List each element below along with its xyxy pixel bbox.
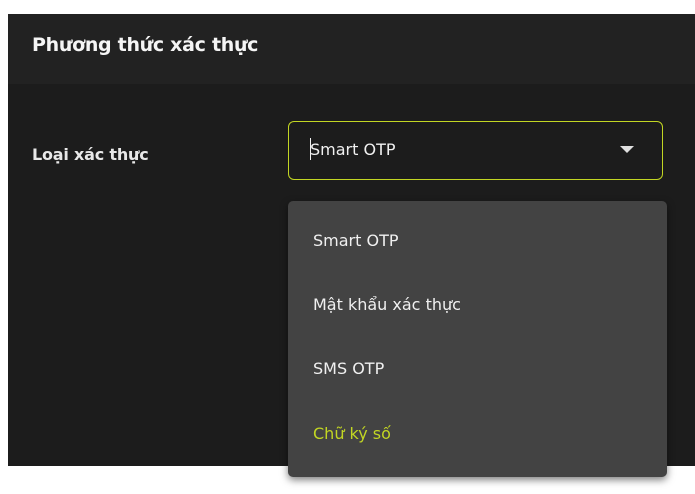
auth-type-selected-value: Smart OTP xyxy=(310,140,396,159)
option-label: Mật khẩu xác thực xyxy=(313,295,461,314)
option-sms-otp[interactable]: SMS OTP xyxy=(288,339,667,399)
option-smart-otp[interactable]: Smart OTP xyxy=(288,211,667,271)
option-label: SMS OTP xyxy=(313,359,385,378)
option-auth-password[interactable]: Mật khẩu xác thực xyxy=(288,275,667,335)
option-digital-signature[interactable]: Chữ ký số xyxy=(288,404,667,464)
auth-type-label: Loại xác thực xyxy=(32,145,149,164)
panel-title: Phương thức xác thực xyxy=(32,34,259,56)
auth-method-panel: Phương thức xác thực Loại xác thực Smart… xyxy=(8,14,695,477)
chevron-down-icon xyxy=(620,146,634,153)
option-label: Smart OTP xyxy=(313,231,399,250)
option-label: Chữ ký số xyxy=(313,424,391,443)
auth-type-select[interactable]: Smart OTP xyxy=(288,121,663,180)
panel-header: Phương thức xác thực xyxy=(8,14,695,84)
auth-type-dropdown-menu: Smart OTP Mật khẩu xác thực SMS OTP Chữ … xyxy=(288,201,667,477)
